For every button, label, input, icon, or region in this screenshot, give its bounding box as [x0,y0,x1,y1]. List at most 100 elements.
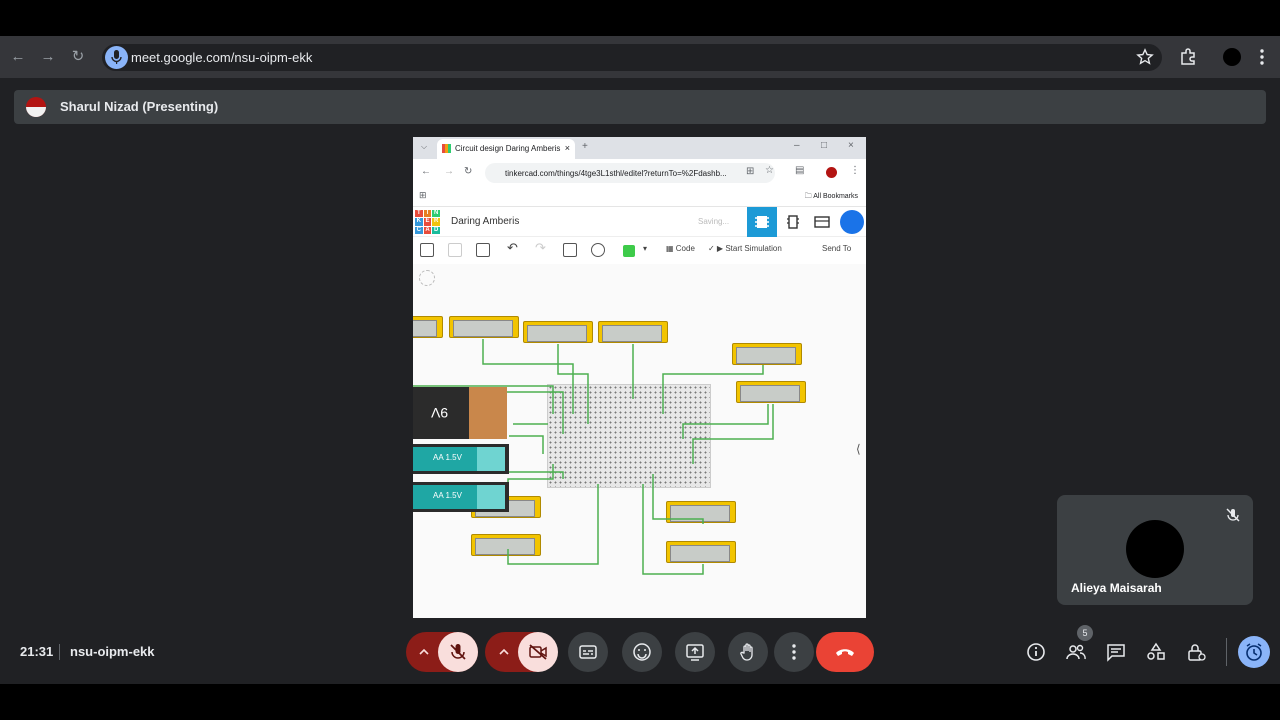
camera-toggle-button[interactable] [518,632,558,672]
meeting-info-icon[interactable] [1026,642,1046,662]
mic-active-icon [105,46,128,69]
shared-extensions-icon: ▤ [795,165,805,176]
logo-letter: T [415,210,423,218]
more-vert-icon [792,644,796,660]
battery-9v: 9V [413,387,507,439]
shared-url-bar: tinkercad.com/things/4tge3L1sthl/editel?… [485,163,775,183]
hand-icon [740,643,753,661]
meeting-time: 21:31 [20,644,54,659]
notes-tool-icon [563,243,577,257]
new-tab-icon: + [582,141,588,152]
shared-tab: Circuit design Daring Amberis × [437,139,575,159]
divider [1226,638,1227,666]
shared-reload-icon: ↻ [464,166,473,177]
extensions-icon[interactable] [1178,47,1198,67]
send-to-button: Send To [822,244,852,253]
components-icon [787,215,799,229]
maximize-icon: □ [821,140,828,151]
captions-button[interactable] [568,632,608,672]
participant-name: Alieya Maisarah [1071,581,1162,595]
battery-aa-label: AA 1.5V [433,453,462,462]
bookmark-star-icon[interactable] [1136,48,1154,66]
activities-icon[interactable] [1146,642,1166,662]
wires [413,339,774,575]
mic-off-icon [450,644,466,660]
address-bar[interactable]: meet.google.com/nsu-oipm-ekk [102,44,1162,71]
apps-grid-icon: ⊞ [419,190,427,200]
profile-avatar[interactable] [1223,48,1241,66]
emoji-icon [633,643,651,661]
meeting-code: nsu-oipm-ekk [70,644,155,659]
mic-toggle-button[interactable] [438,632,478,672]
tab-title: Circuit design Daring Amberis [455,144,561,153]
window-close-icon: × [848,140,854,151]
video-options-chevron-icon[interactable] [498,646,510,658]
color-dropdown-icon: ▾ [643,244,648,253]
participant-muted-icon [1226,508,1240,522]
logo-letter: K [415,218,423,226]
shared-back-icon: ← [421,166,431,177]
screen-frame: ← → ↻ meet.google.com/nsu-oipm-ekk Sharu… [0,36,1280,684]
delete-tool-icon [476,243,490,257]
logo-letter: D [432,226,440,234]
tinkercad-favicon [442,144,451,153]
shared-profile-icon [826,167,837,178]
minimize-icon: – [794,140,800,151]
camera-off-icon [529,644,547,660]
saving-status: Saving... [698,217,730,226]
tinkercad-header: TIN KER CAD Daring Amberis Saving... [413,207,866,237]
battery-aa-label: AA 1.5V [433,491,462,500]
logo-letter: I [423,210,432,218]
chat-icon[interactable] [1106,642,1126,662]
undo-icon: ↶ [507,240,518,255]
raise-hand-button[interactable] [728,632,768,672]
panel-collapse-icon: ⟨ [856,442,861,456]
design-title: Daring Amberis [451,216,520,227]
visibility-tool-icon [591,243,605,257]
tinkercad-logo: TIN KER CAD [415,210,440,234]
forward-icon[interactable]: → [38,47,58,67]
shared-url-text: tinkercad.com/things/4tge3L1sthl/editel?… [505,169,727,178]
companion-timer-button[interactable] [1238,636,1270,668]
reactions-button[interactable] [622,632,662,672]
shared-install-icon: ⊞ [746,166,755,177]
shared-star-icon: ☆ [765,165,774,176]
wire-color-swatch [623,245,635,257]
logo-letter: C [415,226,423,234]
code-button: ▦ Code [666,244,695,253]
participant-avatar [1126,520,1184,578]
logo-letter: N [432,210,440,218]
close-tab-icon: × [564,143,570,153]
people-icon[interactable] [1066,642,1086,662]
battery-aa: AA 1.5V [413,444,509,474]
circuit-canvas: 9V AA 1.5V AA 1.5V ⟨ [413,264,866,618]
participant-tile[interactable]: Alieya Maisarah [1057,495,1253,605]
logo-letter: A [423,226,432,234]
paste-tool-icon [448,243,462,257]
tinkercad-toolbar: ↶ ↷ ▾ ▦ Code ✓ ▶ Start Simulation Send T… [413,237,866,264]
schematic-list-icon [814,216,830,228]
shared-bookmarks-bar: ⊞ 🗀 All Bookmarks [413,187,866,207]
url-text: meet.google.com/nsu-oipm-ekk [131,50,313,65]
back-icon[interactable]: ← [8,47,28,67]
presenter-name: Sharul Nizad (Presenting) [60,99,219,114]
logo-letter: R [432,218,440,226]
presenter-avatar [26,97,46,117]
timer-icon [1246,643,1262,661]
audio-options-chevron-icon[interactable] [418,646,430,658]
logo-letter: E [423,218,432,226]
reload-icon[interactable]: ↻ [68,47,88,67]
present-screen-button[interactable] [675,632,715,672]
start-simulation-button: ✓ ▶ Start Simulation [708,244,782,253]
leave-call-button[interactable] [816,632,874,672]
browser-menu-icon[interactable] [1254,47,1270,67]
participants-count-badge: 5 [1077,625,1093,641]
divider [59,644,60,660]
presenter-banner: Sharul Nizad (Presenting) [14,90,1266,124]
more-options-button[interactable] [774,632,814,672]
copy-tool-icon [420,243,434,257]
meeting-controls: 21:31 nsu-oipm-ekk 5 [0,620,1280,684]
host-controls-icon[interactable] [1186,642,1206,662]
tab-search-icon: ⌵ [421,142,428,151]
battery-9v-label: 9V [431,405,449,421]
